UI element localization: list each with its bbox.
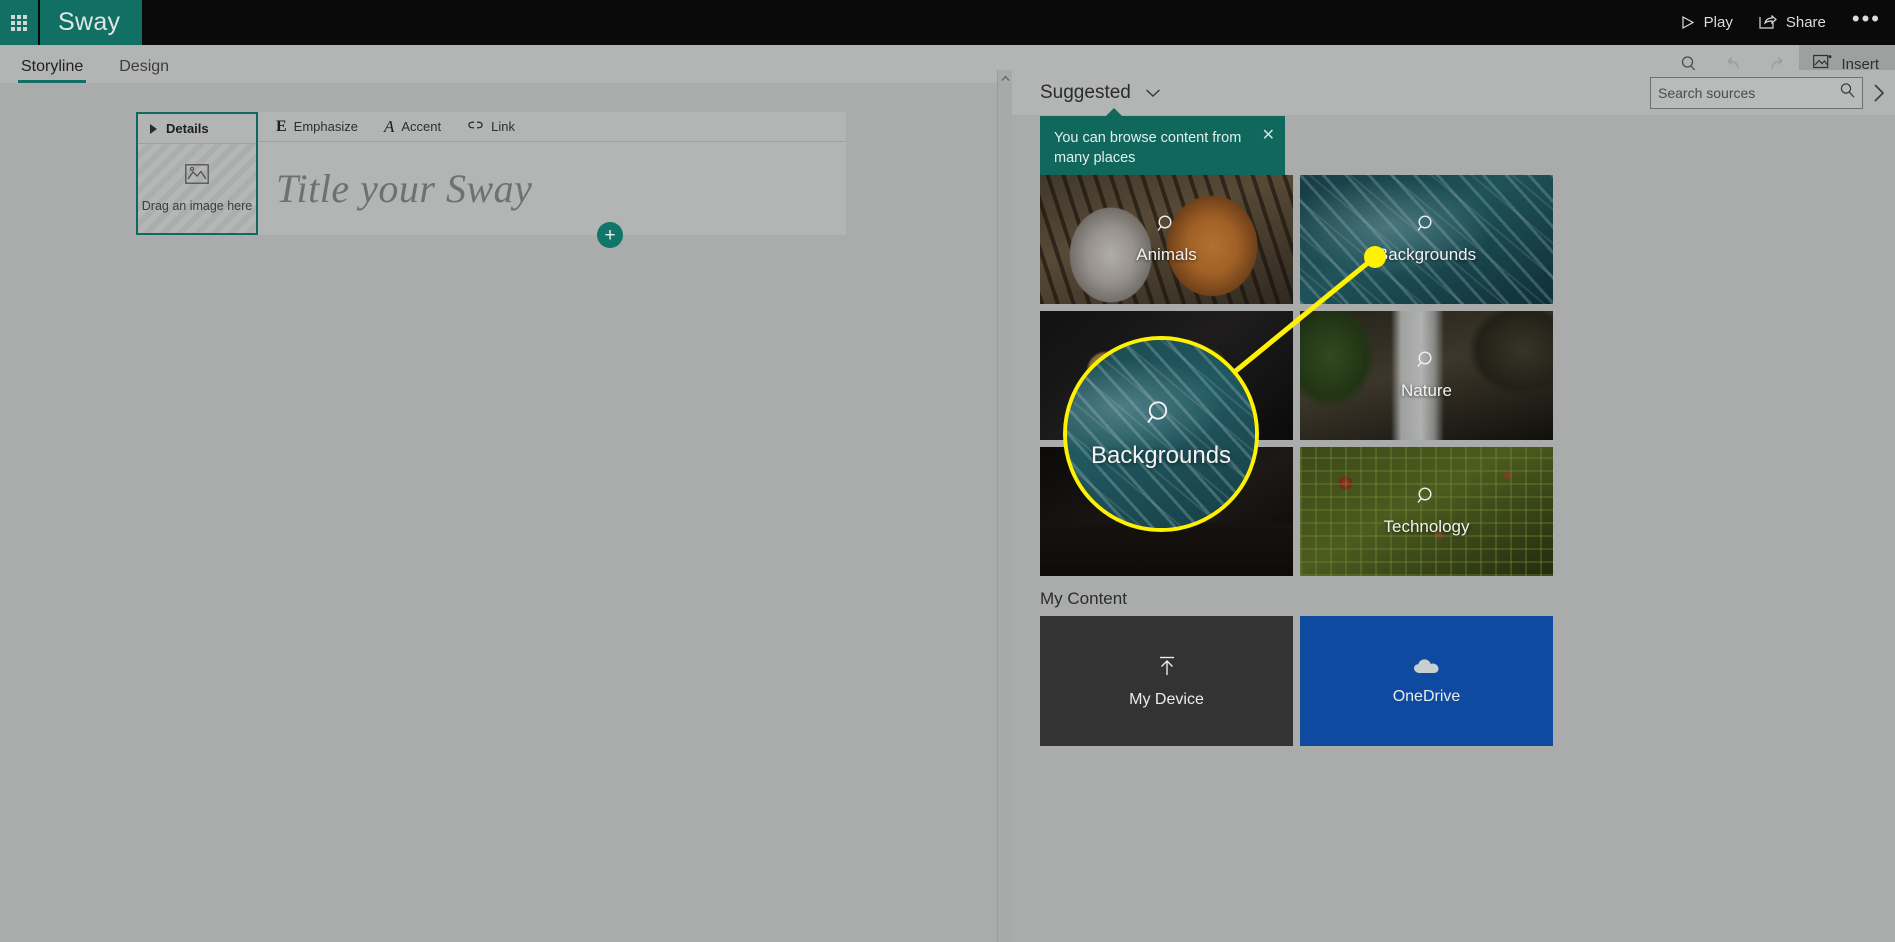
play-label: Play [1703, 14, 1733, 31]
accent-button[interactable]: A Accent [384, 117, 441, 137]
title-card: E Emphasize A Accent Link Title your Swa… [258, 112, 846, 248]
scroll-up-icon[interactable] [998, 70, 1013, 86]
callout-label: Backgrounds [1090, 441, 1232, 469]
magnifier-icon [1416, 214, 1438, 241]
tile-label: Animals [1136, 245, 1197, 264]
browse-content-tooltip: You can browse content from many places … [1040, 108, 1285, 178]
cloud-icon [1412, 657, 1442, 680]
tile-technology[interactable]: Technology [1300, 447, 1553, 576]
onedrive-tile[interactable]: OneDrive [1300, 616, 1553, 746]
image-placeholder-icon [185, 164, 209, 189]
details-card-header[interactable]: Details [138, 114, 256, 144]
emphasize-label: Emphasize [293, 119, 358, 134]
share-label: Share [1785, 14, 1826, 31]
link-button[interactable]: Link [467, 119, 515, 134]
sway-app-window: Sway Play Share ••• Storyline Design Ins… [0, 0, 1895, 942]
tile-label: Nature [1400, 381, 1453, 400]
onedrive-label: OneDrive [1392, 687, 1461, 705]
panel-header: Suggested [1012, 70, 1895, 115]
share-icon [1759, 15, 1777, 30]
app-brand-title[interactable]: Sway [40, 0, 142, 45]
magnifier-icon [1416, 486, 1438, 513]
my-content-grid: My Device OneDrive [1040, 616, 1553, 746]
tile-nature[interactable]: Nature [1300, 311, 1553, 440]
expand-triangle-icon [150, 123, 157, 134]
tile-label: Technology [1383, 517, 1470, 536]
chevron-down-icon [1145, 82, 1161, 104]
title-input-placeholder: Title your Sway [276, 166, 533, 211]
details-card[interactable]: Details Drag an image here [136, 112, 258, 235]
play-button[interactable]: Play [1680, 14, 1733, 31]
drop-zone-label: Drag an image here [141, 199, 253, 213]
source-selector[interactable]: Suggested [1040, 82, 1161, 104]
my-device-label: My Device [1129, 690, 1204, 708]
search-sources-input[interactable] [1658, 84, 1839, 101]
link-label: Link [491, 119, 515, 134]
tab-storyline[interactable]: Storyline [18, 58, 87, 83]
share-button[interactable]: Share [1759, 14, 1826, 31]
link-icon [467, 119, 484, 134]
magnifier-icon [1145, 399, 1177, 436]
image-drop-zone[interactable]: Drag an image here [138, 144, 256, 233]
app-launcher-button[interactable] [0, 0, 38, 45]
more-options-button[interactable]: ••• [1852, 7, 1881, 32]
ribbon-tab-list: Storyline Design [0, 45, 172, 83]
tile-label: Backgrounds [1376, 245, 1477, 264]
my-device-tile[interactable]: My Device [1040, 616, 1293, 746]
top-bar-actions: Play Share ••• [1680, 7, 1895, 32]
accent-label: Accent [401, 119, 442, 134]
my-content-heading: My Content [1040, 589, 1127, 608]
emphasize-icon: E [276, 117, 287, 135]
text-format-toolbar: E Emphasize A Accent Link [258, 112, 846, 142]
title-card-row: Details Drag an image here E Emphasize A… [136, 112, 846, 248]
tooltip-text: You can browse content from many places [1054, 130, 1242, 166]
search-sources-box[interactable] [1650, 76, 1863, 109]
source-selector-label: Suggested [1040, 81, 1131, 103]
tab-design[interactable]: Design [116, 58, 172, 83]
magnifier-icon [1156, 214, 1178, 241]
magnified-callout: Backgrounds [1063, 336, 1259, 532]
play-icon [1680, 15, 1695, 30]
tile-backgrounds[interactable]: Backgrounds [1300, 175, 1553, 304]
waffle-icon [11, 14, 27, 31]
close-icon[interactable]: ✕ [1262, 128, 1275, 144]
title-input-area[interactable]: Title your Sway [258, 142, 846, 235]
add-card-button[interactable]: + [597, 222, 623, 248]
top-app-bar: Sway Play Share ••• [0, 0, 1895, 45]
canvas-scrollbar[interactable] [997, 70, 1012, 942]
emphasize-button[interactable]: E Emphasize [276, 118, 358, 136]
accent-icon: A [383, 116, 395, 136]
search-icon[interactable] [1839, 82, 1856, 104]
details-card-title: Details [166, 121, 209, 136]
upload-icon [1155, 654, 1179, 683]
expand-panel-button[interactable] [1863, 70, 1895, 115]
magnifier-icon [1416, 350, 1438, 377]
tile-animals[interactable]: Animals [1040, 175, 1293, 304]
storyline-canvas: Details Drag an image here E Emphasize A… [0, 83, 1005, 942]
